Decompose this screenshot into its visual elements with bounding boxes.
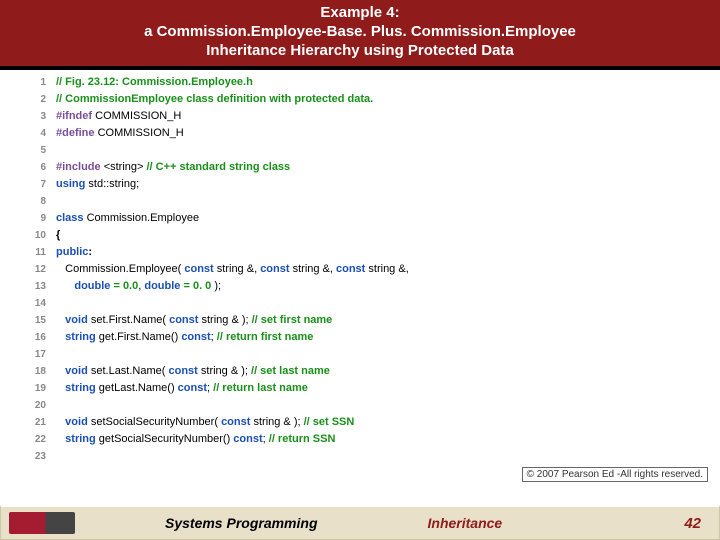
line-number: 6 — [0, 159, 56, 176]
code-text: Commission.Employee( const string &, con… — [56, 261, 409, 278]
code-text: void setSocialSecurityNumber( const stri… — [56, 414, 354, 431]
line-number: 4 — [0, 125, 56, 142]
code-text: public: — [56, 244, 92, 261]
line-number: 13 — [0, 278, 56, 295]
line-number: 22 — [0, 431, 56, 448]
copyright-notice: © 2007 Pearson Ed -All rights reserved. — [522, 467, 708, 482]
line-number: 16 — [0, 329, 56, 346]
line-number: 20 — [0, 397, 56, 414]
header-line2: a Commission.Employee-Base. Plus. Commis… — [0, 23, 720, 42]
code-line: 1// Fig. 23.12: Commission.Employee.h — [0, 74, 720, 91]
code-text: void set.First.Name( const string & ); /… — [56, 312, 332, 329]
line-number: 5 — [0, 142, 56, 159]
code-text: double = 0.0, double = 0. 0 ); — [56, 278, 221, 295]
footer-left: Systems Programming — [165, 515, 318, 531]
line-number: 21 — [0, 414, 56, 431]
code-line: 14 — [0, 295, 720, 312]
line-number: 7 — [0, 176, 56, 193]
wpi-logo — [9, 512, 75, 534]
line-number: 23 — [0, 448, 56, 465]
header-line3: Inheritance Hierarchy using Protected Da… — [0, 42, 720, 61]
line-number: 8 — [0, 193, 56, 210]
code-text: // Fig. 23.12: Commission.Employee.h — [56, 74, 253, 91]
code-line: 13 double = 0.0, double = 0. 0 ); — [0, 278, 720, 295]
code-text: string getSocialSecurityNumber() const; … — [56, 431, 335, 448]
line-number: 9 — [0, 210, 56, 227]
code-line: 20 — [0, 397, 720, 414]
line-number: 14 — [0, 295, 56, 312]
line-number: 19 — [0, 380, 56, 397]
line-number: 17 — [0, 346, 56, 363]
code-line: 5 — [0, 142, 720, 159]
line-number: 2 — [0, 91, 56, 108]
code-text: { — [56, 227, 60, 244]
code-text: #ifndef COMMISSION_H — [56, 108, 181, 125]
code-line: 15 void set.First.Name( const string & )… — [0, 312, 720, 329]
code-text: class Commission.Employee — [56, 210, 199, 227]
code-text: void set.Last.Name( const string & ); //… — [56, 363, 330, 380]
code-line: 22 string getSocialSecurityNumber() cons… — [0, 431, 720, 448]
line-number: 12 — [0, 261, 56, 278]
code-line: 23 — [0, 448, 720, 465]
line-number: 11 — [0, 244, 56, 261]
code-line: 21 void setSocialSecurityNumber( const s… — [0, 414, 720, 431]
line-number: 18 — [0, 363, 56, 380]
code-line: 2// CommissionEmployee class definition … — [0, 91, 720, 108]
code-line: 4#define COMMISSION_H — [0, 125, 720, 142]
footer-bar: Systems Programming Inheritance 42 — [0, 505, 720, 540]
code-line: 11public: — [0, 244, 720, 261]
code-line: 10{ — [0, 227, 720, 244]
code-line: 8 — [0, 193, 720, 210]
code-line: 17 — [0, 346, 720, 363]
code-line: 9class Commission.Employee — [0, 210, 720, 227]
code-text: #define COMMISSION_H — [56, 125, 184, 142]
code-line: 12 Commission.Employee( const string &, … — [0, 261, 720, 278]
code-text: #include <string> // C++ standard string… — [56, 159, 290, 176]
code-line: 18 void set.Last.Name( const string & );… — [0, 363, 720, 380]
header-line1: Example 4: — [320, 4, 399, 21]
code-listing: 1// Fig. 23.12: Commission.Employee.h2//… — [0, 70, 720, 465]
code-text: string getLast.Name() const; // return l… — [56, 380, 308, 397]
page-number: 42 — [684, 515, 701, 532]
code-line: 3#ifndef COMMISSION_H — [0, 108, 720, 125]
code-text: // CommissionEmployee class definition w… — [56, 91, 373, 108]
code-line: 7using std::string; — [0, 176, 720, 193]
line-number: 1 — [0, 74, 56, 91]
code-line: 16 string get.First.Name() const; // ret… — [0, 329, 720, 346]
code-line: 6#include <string> // C++ standard strin… — [0, 159, 720, 176]
code-text: using std::string; — [56, 176, 139, 193]
line-number: 10 — [0, 227, 56, 244]
footer-mid: Inheritance — [428, 515, 503, 531]
code-text: string get.First.Name() const; // return… — [56, 329, 313, 346]
line-number: 3 — [0, 108, 56, 125]
code-line: 19 string getLast.Name() const; // retur… — [0, 380, 720, 397]
line-number: 15 — [0, 312, 56, 329]
slide-header: Example 4: a Commission.Employee-Base. P… — [0, 0, 720, 70]
